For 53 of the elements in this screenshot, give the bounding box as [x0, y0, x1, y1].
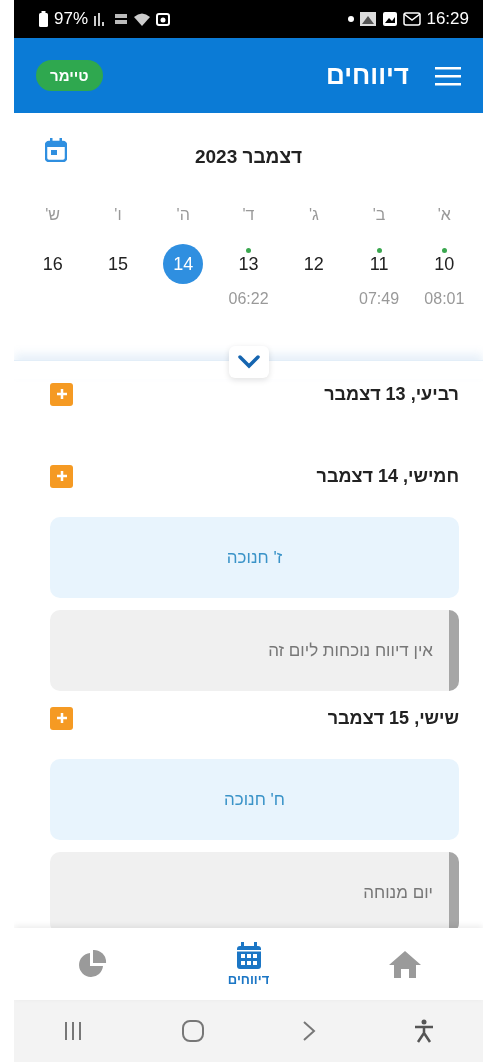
plus-icon [55, 388, 68, 400]
image-notification-icon [359, 11, 378, 27]
plus-icon [55, 712, 68, 724]
calendar-icon [235, 941, 262, 970]
note-card: יום מנוחה [50, 852, 459, 928]
weekday-label: ו' [113, 205, 123, 225]
network-icon [114, 12, 129, 26]
day-heading: רביעי, 13 דצמבר [324, 383, 459, 405]
holiday-card: ח' חנוכה [50, 759, 459, 840]
home-icon [387, 949, 422, 979]
day-heading: חמישי, 14 דצמבר [316, 465, 459, 487]
weekday-label: ג' [307, 205, 320, 225]
weekday-label: א' [436, 205, 452, 225]
clock: 16:29 [426, 9, 469, 29]
mail-icon [403, 12, 422, 26]
expand-button[interactable] [228, 346, 269, 378]
add-button[interactable] [50, 706, 73, 730]
weekday-label: ב' [371, 205, 387, 225]
app-notification-icon [156, 12, 171, 26]
day-number[interactable]: 15 [97, 244, 138, 284]
accessibility-icon[interactable] [414, 1019, 435, 1043]
home-button-icon[interactable] [180, 1019, 205, 1043]
day-time: 06:22 [228, 290, 269, 308]
battery-level: 97% [54, 9, 89, 29]
day-heading: שישי, 15 דצמבר [327, 707, 459, 729]
chevron-down-icon [237, 355, 260, 369]
add-button[interactable] [50, 464, 73, 488]
wifi-icon [133, 12, 152, 26]
app-title: דיווחים [326, 60, 409, 91]
day-time: 08:01 [424, 290, 465, 308]
day-number[interactable]: 13 [228, 244, 269, 284]
day-number[interactable]: 12 [293, 244, 334, 284]
menu-icon[interactable] [435, 65, 461, 86]
day-number[interactable]: 16 [32, 244, 73, 284]
back-icon[interactable] [302, 1020, 317, 1042]
notification-dot-icon [348, 16, 355, 22]
weekday-label: ה' [175, 205, 191, 225]
note-card: אין דיווח נוכחות ליום זה [50, 610, 459, 691]
day-number[interactable]: 11 [359, 244, 400, 284]
add-button[interactable] [50, 382, 73, 406]
weekday-label: ש' [44, 205, 61, 225]
day-number[interactable]: 10 [424, 244, 465, 284]
nav-item[interactable]: דיווחים [170, 928, 327, 1000]
day-time: 07:49 [359, 290, 400, 308]
month-title: דצמבר 2023 [194, 146, 303, 168]
calendar-icon[interactable] [45, 138, 67, 162]
gallery-icon [382, 11, 399, 27]
holiday-card: ז' חנוכה [50, 517, 459, 598]
pie-chart-icon [77, 949, 108, 979]
weekday-label: ד' [241, 205, 256, 225]
recent-apps-icon[interactable] [62, 1020, 83, 1042]
plus-icon [55, 470, 68, 482]
battery-icon [38, 11, 49, 27]
